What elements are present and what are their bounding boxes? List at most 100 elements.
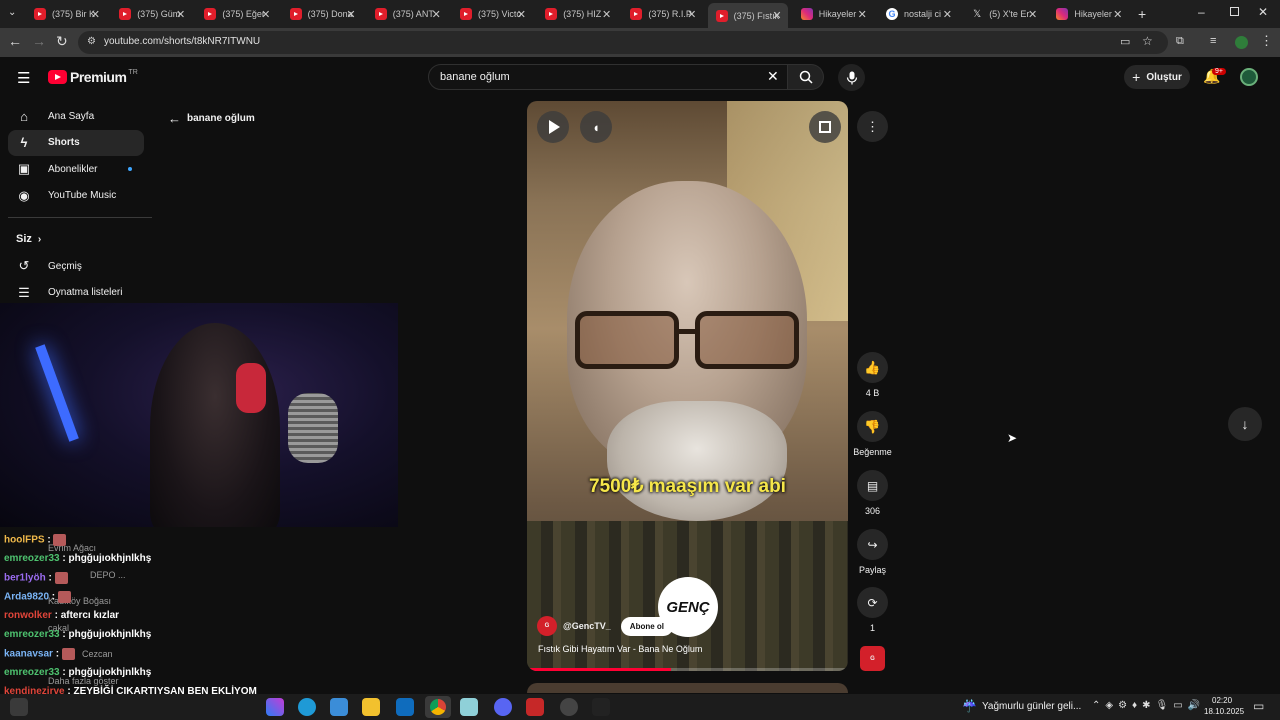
chat-username[interactable]: emreozer33 bbox=[4, 667, 60, 678]
minimize-icon[interactable]: – bbox=[1198, 5, 1205, 19]
tab-close-icon[interactable]: ✕ bbox=[432, 8, 441, 21]
browser-tab[interactable]: Gnostalji ci ✕ bbox=[878, 4, 958, 24]
chat-username[interactable]: emreozer33 bbox=[4, 629, 60, 640]
subscribe-button[interactable]: Abone ol bbox=[620, 616, 674, 636]
clock-date[interactable]: 18.10.2025 bbox=[1204, 707, 1244, 716]
new-tab-icon[interactable]: + bbox=[1138, 6, 1146, 22]
tab-close-icon[interactable]: ✕ bbox=[1113, 8, 1122, 21]
chat-username[interactable]: kaanavsar bbox=[4, 649, 53, 660]
comments-button[interactable]: ▤ 306 bbox=[857, 470, 888, 516]
browser-tab[interactable]: (375) Victo ✕ bbox=[452, 4, 532, 24]
profile-icon[interactable] bbox=[1235, 36, 1248, 49]
forward-icon[interactable]: → bbox=[32, 33, 46, 49]
video-progress-track[interactable] bbox=[527, 668, 848, 671]
channel-avatar[interactable]: G bbox=[537, 616, 557, 636]
clear-search-icon[interactable]: ✕ bbox=[767, 68, 779, 85]
search-button[interactable] bbox=[788, 64, 824, 90]
chat-username[interactable]: ber1lyöh bbox=[4, 573, 46, 584]
browser-tab[interactable]: (375) Dona ✕ bbox=[282, 4, 362, 24]
browser-tab[interactable]: (375) Bir K ✕ bbox=[26, 4, 106, 24]
extensions-icon[interactable]: ⧉ bbox=[1176, 35, 1184, 48]
start-icon[interactable] bbox=[10, 698, 28, 716]
taskbar-discord-icon[interactable] bbox=[494, 698, 512, 716]
next-short-button[interactable]: ↓ bbox=[1228, 407, 1262, 441]
browser-tab[interactable]: (375) Fıstık ✕ bbox=[707, 3, 788, 28]
browser-menu-icon[interactable]: ⋮ bbox=[1260, 33, 1273, 49]
tab-close-icon[interactable]: ✕ bbox=[943, 8, 952, 21]
chat-username[interactable]: hoolFPS bbox=[4, 535, 45, 546]
taskbar-obs-icon[interactable] bbox=[560, 698, 578, 716]
play-button[interactable] bbox=[537, 111, 569, 143]
media-control-icon[interactable]: ≡ bbox=[1210, 35, 1216, 47]
more-options-button[interactable]: ⋮ bbox=[857, 111, 888, 147]
chat-username[interactable]: ronwolker bbox=[4, 610, 52, 621]
browser-tab[interactable]: (375) R.I.P ✕ bbox=[622, 4, 702, 24]
taskbar-outlook-icon[interactable] bbox=[396, 698, 414, 716]
cast-icon[interactable]: ▭ bbox=[1120, 35, 1130, 48]
taskbar-stream-app-icon[interactable] bbox=[526, 698, 544, 716]
browser-tab[interactable]: Hikayeler ✕ bbox=[1048, 4, 1128, 24]
voice-search-button[interactable] bbox=[838, 64, 865, 91]
tab-close-icon[interactable]: ✕ bbox=[858, 8, 867, 21]
browser-tab[interactable]: (375) ANT ✕ bbox=[367, 4, 447, 24]
create-button[interactable]: + Oluştur bbox=[1124, 65, 1190, 89]
tab-close-icon[interactable]: ✕ bbox=[772, 9, 781, 22]
address-bar[interactable]: ⚙ youtube.com/shorts/t8kNR7ITWNU ▭ ☆ bbox=[78, 31, 1168, 54]
sidebar-item-ge-mi-[interactable]: ↺ Geçmiş bbox=[8, 253, 144, 279]
browser-tab[interactable]: Hikayeler ✕ bbox=[793, 4, 873, 24]
avatar[interactable] bbox=[1240, 68, 1258, 86]
volume-button[interactable]: ◖ bbox=[580, 111, 612, 143]
sidebar-section-you[interactable]: Siz › bbox=[16, 233, 41, 245]
site-info-icon[interactable]: ⚙ bbox=[87, 36, 96, 47]
browser-tab[interactable]: (375) Güm ✕ bbox=[111, 4, 191, 24]
next-short-preview[interactable] bbox=[527, 683, 848, 693]
tab-close-icon[interactable]: ✕ bbox=[517, 8, 526, 21]
sidebar-item-ana-sayfa[interactable]: ⌂ Ana Sayfa bbox=[8, 103, 144, 129]
notification-center-icon[interactable]: ▭ bbox=[1253, 699, 1264, 713]
like-button[interactable]: 👍 4 B bbox=[857, 352, 888, 398]
restore-icon[interactable] bbox=[1230, 7, 1239, 16]
search-input[interactable]: banane oğlum bbox=[440, 71, 510, 83]
tab-close-icon[interactable]: ✕ bbox=[602, 8, 611, 21]
tray-icons[interactable]: ⌃◈⚙♦✱🎙▭🔊 bbox=[1092, 700, 1205, 711]
short-title[interactable]: Fıstık Gibi Hayatım Var - Bana Ne Oğlum bbox=[538, 644, 702, 654]
taskbar-notes-icon[interactable] bbox=[460, 698, 478, 716]
youtube-logo[interactable]: Premium TR bbox=[48, 69, 138, 85]
taskbar-copilot-icon[interactable] bbox=[266, 698, 284, 716]
tab-close-icon[interactable]: ✕ bbox=[91, 8, 100, 21]
tab-list-icon[interactable]: ⌄ bbox=[8, 7, 16, 18]
dislike-button[interactable]: 👎 Beğenme bbox=[847, 411, 898, 457]
channel-name[interactable]: @GencTV_ bbox=[563, 621, 611, 631]
window-close-icon[interactable]: ✕ bbox=[1258, 5, 1268, 19]
guide-menu-icon[interactable]: ☰ bbox=[17, 69, 30, 87]
tab-close-icon[interactable]: ✕ bbox=[176, 8, 185, 21]
fullscreen-button[interactable] bbox=[809, 111, 841, 143]
browser-tab[interactable]: (375) HIZ ✕ bbox=[537, 4, 617, 24]
taskbar-store-icon[interactable] bbox=[330, 698, 348, 716]
taskbar-edge-icon[interactable] bbox=[298, 698, 316, 716]
search-box[interactable]: banane oğlum ✕ bbox=[428, 64, 788, 90]
weather-text[interactable]: Yağmurlu günler geli... bbox=[982, 701, 1081, 712]
taskbar-explorer-icon[interactable] bbox=[362, 698, 380, 716]
shorts-search-back[interactable]: ← banane oğlum bbox=[168, 111, 255, 126]
tab-close-icon[interactable]: ✕ bbox=[261, 8, 270, 21]
sidebar-item-shorts[interactable]: ϟ Shorts bbox=[8, 129, 144, 156]
share-button[interactable]: ↪ Paylaş bbox=[852, 529, 893, 575]
shorts-video-player[interactable]: 7500₺ maaşım var abi GENÇ ◖ G @GencTV_ A… bbox=[527, 101, 848, 671]
sidebar-item-oynatma-listeleri[interactable]: ☰ Oynatma listeleri bbox=[8, 280, 144, 306]
tab-close-icon[interactable]: ✕ bbox=[1028, 8, 1037, 21]
tab-close-icon[interactable]: ✕ bbox=[346, 8, 355, 21]
browser-tab[interactable]: 𝕏 (5) X'te Er ✕ bbox=[963, 4, 1043, 24]
back-icon[interactable]: ← bbox=[8, 33, 22, 49]
tab-close-icon[interactable]: ✕ bbox=[687, 8, 696, 21]
taskbar-capcut-icon[interactable] bbox=[592, 698, 610, 716]
chat-username[interactable]: Arda9820 bbox=[4, 592, 49, 603]
sound-source-thumbnail[interactable]: G bbox=[860, 646, 885, 671]
remix-button[interactable]: ⟳ 1 bbox=[857, 587, 888, 633]
reload-icon[interactable]: ↻ bbox=[56, 33, 68, 50]
chat-username[interactable]: emreozer33 bbox=[4, 553, 60, 564]
sidebar-item-youtube-music[interactable]: ◉ YouTube Music bbox=[8, 183, 144, 209]
bookmark-star-icon[interactable]: ☆ bbox=[1142, 34, 1153, 48]
clock-time[interactable]: 02:20 bbox=[1212, 696, 1232, 705]
browser-tab[interactable]: (375) Eğer ✕ bbox=[196, 4, 276, 24]
